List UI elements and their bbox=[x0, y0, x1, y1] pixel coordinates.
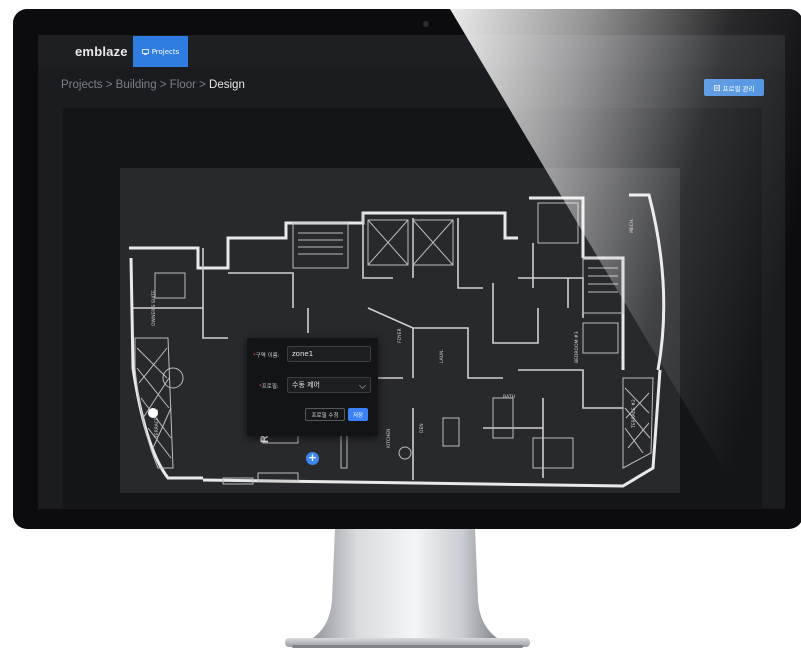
room-label-terrace-2: TERRACE #2 bbox=[631, 399, 637, 429]
monitor-frame: emblaze Projects Projects > Building > F… bbox=[13, 9, 801, 529]
room-label-laundry: LAUN. bbox=[439, 349, 445, 363]
design-canvas[interactable]: OWNER'S SUITE TERRACE #1 FOYER KITCHEN D… bbox=[63, 108, 762, 508]
chevron-down-icon bbox=[358, 381, 367, 390]
profile-select[interactable]: 수동 제어 bbox=[287, 377, 371, 393]
profile-manage-button[interactable]: 프로필 관리 bbox=[704, 79, 764, 96]
room-label-bedroom-3: BEDROOM #3 bbox=[574, 331, 580, 363]
marker-dot[interactable] bbox=[148, 408, 158, 418]
profile-label: *프로필: bbox=[259, 384, 279, 390]
app-screen: emblaze Projects Projects > Building > F… bbox=[38, 35, 785, 509]
edit-profile-button[interactable]: 프로필 수정 bbox=[305, 408, 345, 421]
nav-projects-label: Projects bbox=[151, 47, 180, 56]
zone-name-input[interactable]: zone1 bbox=[287, 346, 371, 362]
profile-manage-label: 프로필 관리 bbox=[722, 84, 755, 93]
breadcrumb-item-building[interactable]: Building bbox=[116, 79, 157, 91]
room-label-owners-suite: OWNER'S SUITE bbox=[151, 290, 157, 326]
top-navigation-bar: emblaze Projects bbox=[38, 35, 785, 68]
breadcrumb-item-floor[interactable]: Floor bbox=[170, 79, 196, 91]
breadcrumb: Projects > Building > Floor > Design bbox=[61, 79, 245, 91]
breadcrumb-separator: > bbox=[159, 79, 167, 91]
plus-icon[interactable]: + bbox=[306, 452, 319, 465]
zone-edit-popup: *구역 이름: zone1 *프로필: 수동 제어 프로필 수정 저장 bbox=[247, 338, 378, 436]
zone-name-label: *구역 이름: bbox=[253, 353, 280, 359]
save-button[interactable]: 저장 bbox=[348, 408, 368, 421]
breadcrumb-separator: > bbox=[105, 79, 113, 91]
room-label-kitchen: KITCHEN bbox=[386, 429, 392, 449]
app-logo: emblaze bbox=[75, 44, 128, 59]
camera-icon bbox=[423, 21, 429, 27]
list-icon bbox=[713, 84, 720, 91]
room-label-den: DEN bbox=[419, 423, 425, 433]
breadcrumb-current-design: Design bbox=[209, 79, 245, 91]
breadcrumb-item-projects[interactable]: Projects bbox=[61, 79, 103, 91]
floorplan-drawing[interactable]: OWNER'S SUITE TERRACE #1 FOYER KITCHEN D… bbox=[63, 108, 762, 508]
breadcrumb-separator: > bbox=[199, 79, 206, 91]
room-label-bath: BATH bbox=[503, 394, 515, 400]
room-label-foyer: FOYER bbox=[397, 328, 403, 343]
profile-select-value: 수동 제어 bbox=[292, 381, 320, 389]
monitor-icon bbox=[141, 48, 149, 55]
room-label-mech: MECH. bbox=[629, 218, 635, 233]
nav-projects-tab[interactable]: Projects bbox=[133, 36, 188, 67]
